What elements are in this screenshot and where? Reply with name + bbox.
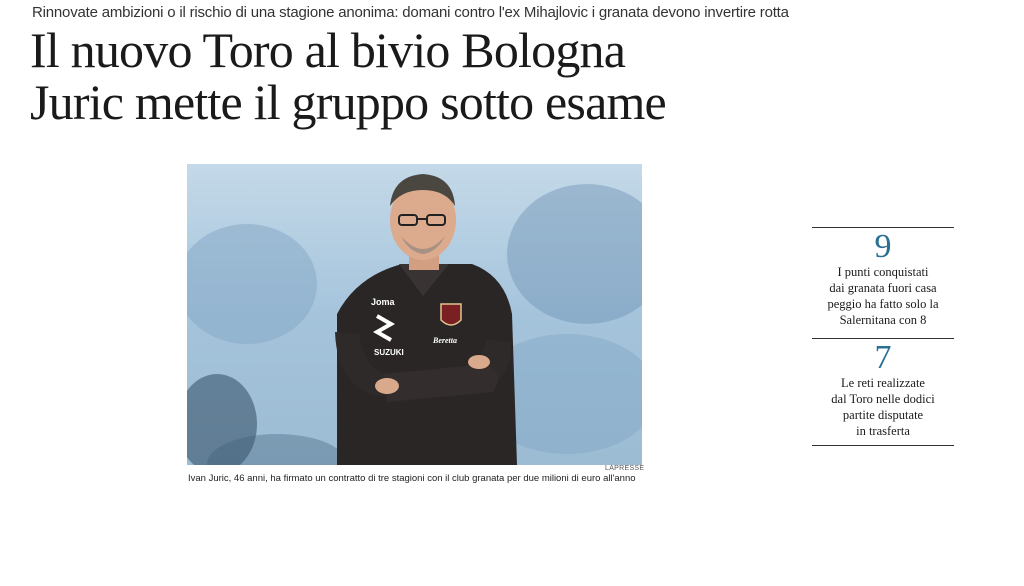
stat-line: I punti conquistati (837, 265, 929, 279)
article-kicker: Rinnovate ambizioni o il rischio di una … (32, 4, 789, 21)
headline-line-2: Juric mette il gruppo sotto esame (30, 74, 667, 130)
coach-illustration (187, 164, 642, 465)
stats-sidebar: 9 I punti conquistati dai granata fuori … (812, 227, 954, 446)
headline-line-1: Il nuovo Toro al bivio Bologna (30, 22, 626, 78)
stat-line: peggio ha fatto solo la (827, 297, 939, 311)
stat-line: dal Toro nelle dodici (831, 392, 935, 406)
stat-box: 7 Le reti realizzate dal Toro nelle dodi… (812, 338, 954, 443)
article-headline: Il nuovo Toro al bivio Bologna Juric met… (30, 22, 667, 130)
stat-description: Le reti realizzate dal Toro nelle dodici… (812, 375, 954, 443)
stat-number: 7 (874, 339, 892, 376)
article-photo: Joma SUZUKI Beretta (187, 164, 642, 465)
stat-description: I punti conquistati dai granata fuori ca… (812, 264, 954, 332)
stat-line: Salernitana con 8 (839, 313, 927, 327)
photo-caption: Ivan Juric, 46 anni, ha firmato un contr… (188, 473, 636, 484)
jersey-brand-label: Joma (371, 297, 395, 307)
stats-bottom-rule (812, 445, 954, 446)
stat-line: partite disputate (842, 408, 924, 422)
stat-line: in trasferta (856, 424, 910, 438)
jersey-sponsor-label: SUZUKI (374, 348, 404, 357)
stat-line: dai granata fuori casa (829, 281, 937, 295)
stat-box: 9 I punti conquistati dai granata fuori … (812, 227, 954, 332)
photo-credit: LAPRESSE (605, 465, 645, 472)
stat-number: 9 (874, 228, 892, 265)
jersey-beer-label: Beretta (433, 336, 457, 345)
stat-line: Le reti realizzate (841, 376, 925, 390)
